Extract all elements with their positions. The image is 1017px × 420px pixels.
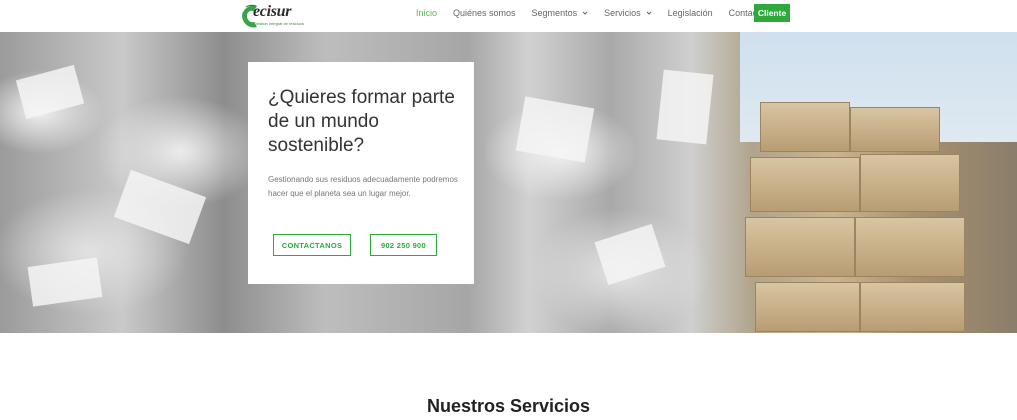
- site-header: ecisur Gestión Integral de residuos Inic…: [0, 0, 1017, 32]
- nav-item-inicio[interactable]: Inicio: [416, 8, 437, 18]
- paper-scrap: [594, 223, 666, 286]
- cardboard-bale: [855, 217, 965, 277]
- nav-item-legislacion[interactable]: Legislación: [668, 8, 713, 18]
- hero-banner-image: [0, 32, 1017, 333]
- cardboard-bale: [750, 157, 860, 212]
- paper-scrap: [515, 96, 595, 163]
- nav-item-segmentos[interactable]: Segmentos: [532, 8, 589, 18]
- chevron-down-icon: [582, 11, 588, 15]
- logo-text[interactable]: ecisur: [253, 3, 292, 21]
- main-nav: Inicio Quiénes somos Segmentos Servicios…: [416, 0, 781, 26]
- cardboard-bale: [850, 107, 940, 152]
- nav-item-servicios[interactable]: Servicios: [604, 8, 652, 18]
- paper-scrap: [15, 64, 85, 120]
- paper-scrap: [113, 169, 207, 245]
- cardboard-bale: [760, 102, 850, 152]
- contactanos-button[interactable]: CONTACTANOS: [273, 234, 351, 256]
- cardboard-bale: [860, 282, 965, 332]
- logo-tagline: Gestión Integral de residuos: [254, 21, 305, 26]
- cardboard-bale: [745, 217, 855, 277]
- services-title: Nuestros Servicios: [426, 396, 591, 416]
- nav-item-quienes-somos[interactable]: Quiénes somos: [453, 8, 516, 18]
- cliente-button[interactable]: Cliente: [754, 4, 790, 22]
- cardboard-bale: [860, 154, 960, 212]
- hero-card: ¿Quieres formar parte de un mundo sosten…: [248, 62, 474, 284]
- cardboard-bale: [755, 282, 860, 332]
- hero-title: ¿Quieres formar parte de un mundo sosten…: [268, 87, 455, 156]
- phone-button[interactable]: 902 250 900: [370, 234, 437, 256]
- chevron-down-icon: [646, 11, 651, 15]
- paper-scrap: [656, 69, 714, 145]
- paper-scrap: [27, 257, 103, 307]
- hero-description: Gestionando sus residuos adecuadamente p…: [268, 175, 458, 198]
